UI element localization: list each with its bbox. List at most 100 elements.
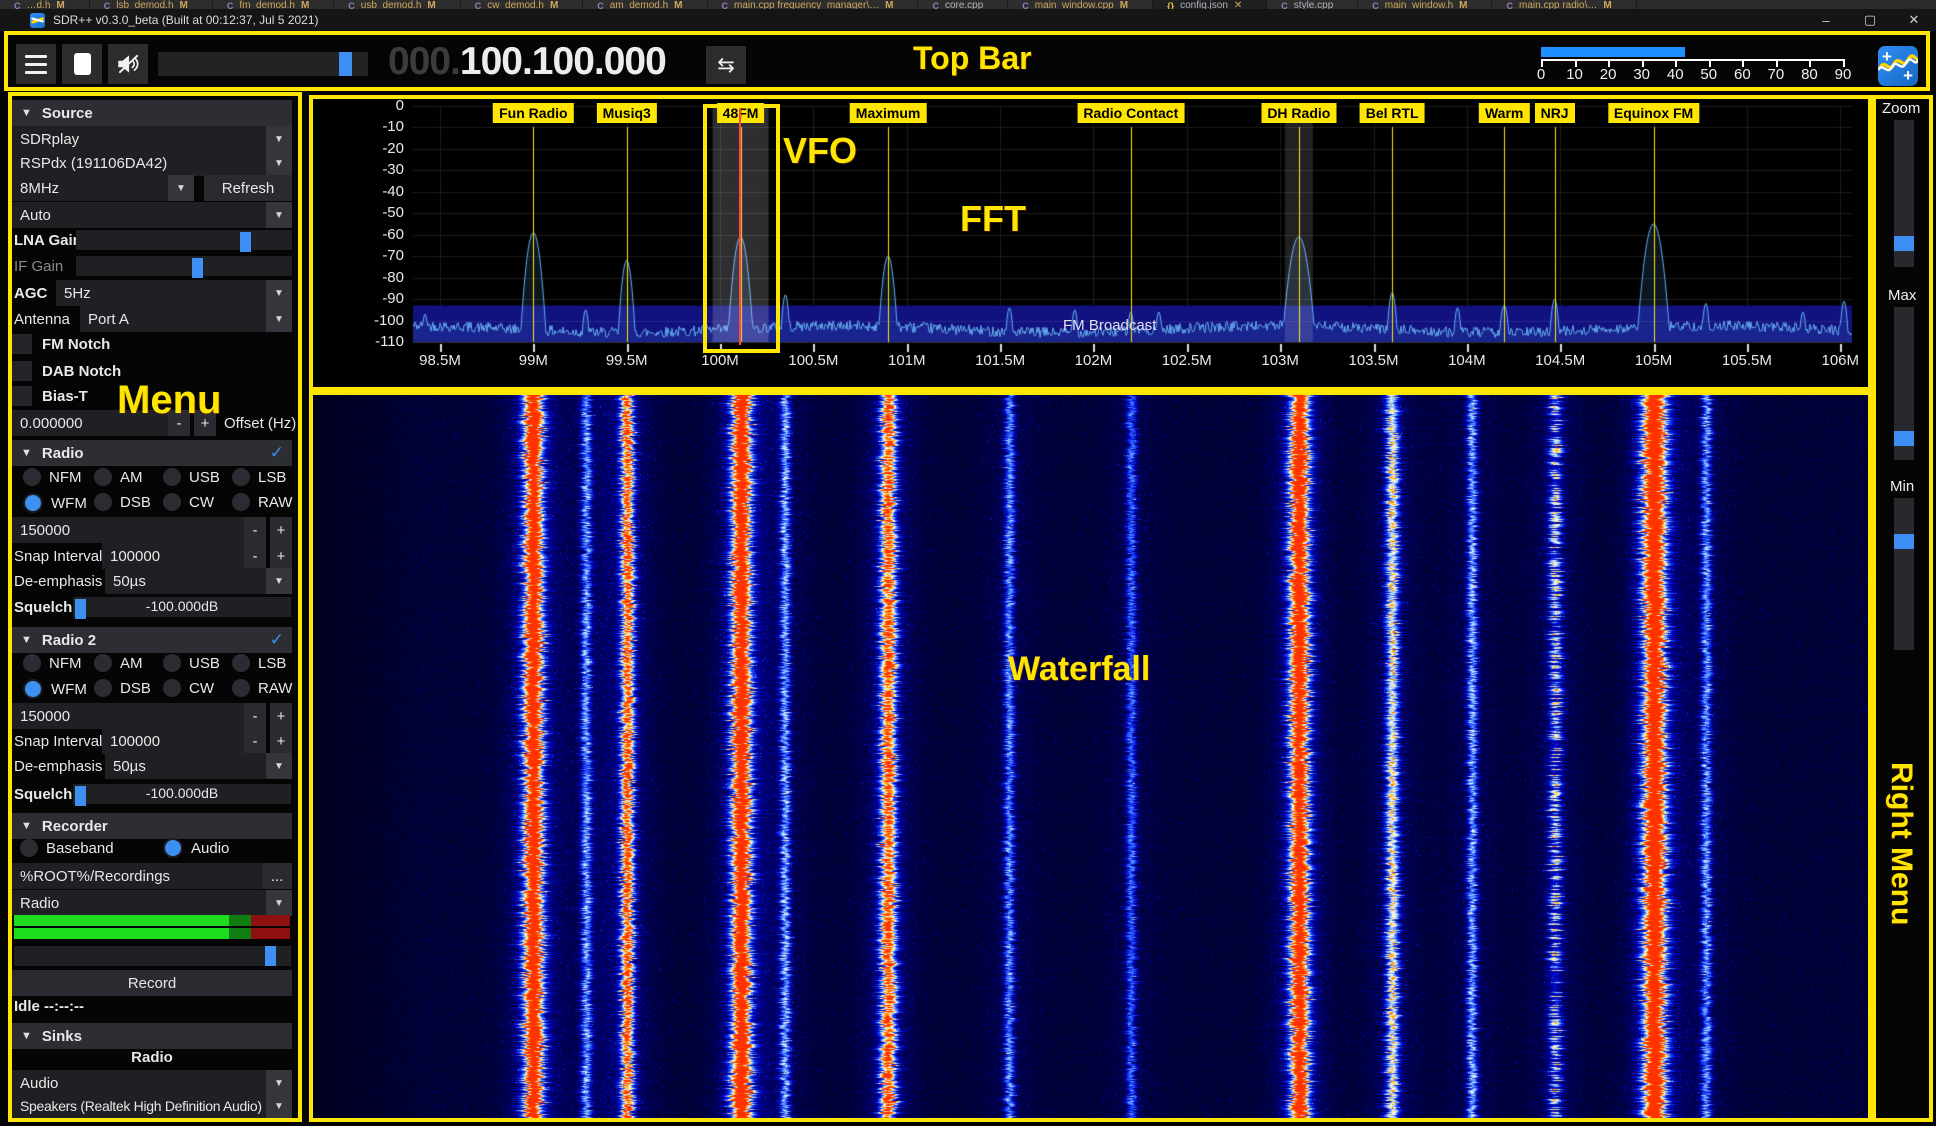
frequency-display[interactable]: 000.100.100.000 [388,40,666,84]
recorder-stream-select[interactable]: Radio ▼ [12,890,292,916]
mode-usb-radio[interactable]: USB [163,468,220,486]
fft-plot[interactable] [313,99,1869,388]
snap-minus-button[interactable]: - [244,543,266,569]
agc-rate-select[interactable]: 5Hz ▼ [56,280,292,306]
max-slider-handle[interactable] [1894,431,1914,446]
recorder-section-header[interactable]: ▼ Recorder [12,813,292,839]
editor-tab[interactable]: Ccw_demod.hM [461,0,584,9]
volume-slider[interactable] [158,52,368,76]
titlebar[interactable]: SDR++ v0.3.0_beta (Built at 00:12:37, Ju… [0,9,1936,31]
station-label-badge[interactable]: Equinox FM [1608,103,1699,123]
min-slider[interactable] [1894,498,1914,650]
editor-tab[interactable]: Cam_demod.hM [583,0,707,9]
snap-plus-button[interactable]: + [270,543,292,569]
sinks-section-header[interactable]: ▼ Sinks [12,1023,292,1049]
station-label-badge[interactable]: Maximum [850,103,927,123]
snap-interval-input[interactable]: 100000 [102,728,248,754]
close-button[interactable]: ✕ [1892,9,1936,31]
module-enabled-check-icon[interactable]: ✓ [270,630,284,650]
mode-nfm-radio[interactable]: NFM [23,654,82,672]
squelch-slider[interactable]: -100.000dB [73,784,291,804]
recorder-volume-handle[interactable] [265,946,276,966]
mode-nfm-radio[interactable]: NFM [23,468,82,486]
mode-lsb-radio[interactable]: LSB [232,468,286,486]
zoom-slider-handle[interactable] [1894,236,1914,251]
radio2-bandwidth-input[interactable]: 150000 [12,703,248,729]
refresh-button[interactable]: Refresh [204,175,292,201]
recorder-audio-radio[interactable]: Audio [163,838,229,858]
vscode-tab-strip[interactable]: C…d.hMClsb_demod.hMCfm_demod.hMCusb_demo… [0,0,1936,9]
frequency-dim-digits[interactable]: 000. [388,40,460,83]
source-section-header[interactable]: ▼ Source [12,100,292,126]
editor-tab[interactable]: Cusb_demod.hM [334,0,460,9]
snap-interval-input[interactable]: 100000 [102,543,248,569]
snap-minus-button[interactable]: - [244,728,266,754]
editor-tab[interactable]: Cmain.cpp frequency_manager\…M [708,0,919,9]
station-label-badge[interactable]: Radio Contact [1077,103,1184,123]
editor-tab[interactable]: Cmain_window.cppM [1008,0,1153,9]
editor-tab[interactable]: Clsb_demod.hM [90,0,213,9]
stop-button[interactable] [62,44,102,84]
audio-device-select[interactable]: Speakers (Realtek High Definition Audio)… [12,1093,292,1119]
mode-wfm-radio[interactable]: WFM [23,493,87,513]
mode-raw-radio[interactable]: RAW [232,679,292,697]
mode-cw-radio[interactable]: CW [163,679,214,697]
vfo-center-line[interactable] [739,107,741,345]
lna-gain-slider[interactable] [76,230,292,250]
browse-button[interactable]: ... [262,863,292,889]
min-slider-handle[interactable] [1894,534,1914,549]
recording-path-input[interactable]: %ROOT%/Recordings [12,863,264,889]
deemphasis-select[interactable]: 50µs ▼ [105,753,292,779]
agc-mode-select[interactable]: Auto ▼ [12,202,292,228]
station-label-badge[interactable]: Bel RTL [1360,103,1425,123]
deemphasis-select[interactable]: 50µs ▼ [105,568,292,594]
bandwidth-plus-button[interactable]: + [270,703,292,729]
module-enabled-check-icon[interactable]: ✓ [270,443,284,463]
snap-plus-button[interactable]: + [270,728,292,754]
editor-tab[interactable]: Cmain.cpp radio\…M [1492,0,1636,9]
menu-toggle-button[interactable] [16,44,56,84]
sample-rate-select[interactable]: 8MHz ▼ [12,175,194,201]
lna-gain-handle[interactable] [240,232,251,252]
if-gain-slider[interactable] [76,256,292,276]
mode-am-radio[interactable]: AM [94,468,143,486]
vfo-swap-button[interactable]: ⇆ [706,46,746,84]
minimize-button[interactable]: – [1804,9,1848,31]
fm-notch-checkbox[interactable] [12,334,32,354]
squelch-slider[interactable]: -100.000dB [73,597,291,617]
source-device-select[interactable]: RSPdx (191106DA42) ▼ [12,150,292,176]
mute-button[interactable] [108,44,148,84]
volume-slider-handle[interactable] [339,52,352,76]
maximize-button[interactable]: ▢ [1848,9,1892,31]
bandwidth-plus-button[interactable]: + [270,517,292,543]
max-slider[interactable] [1894,307,1914,460]
station-label-badge[interactable]: Warm [1479,103,1529,123]
dab-notch-checkbox[interactable] [12,361,32,381]
bandwidth-minus-button[interactable]: - [244,517,266,543]
waterfall[interactable] [313,392,1869,1119]
radio-bandwidth-input[interactable]: 150000 [12,517,248,543]
mode-raw-radio[interactable]: RAW [232,493,292,511]
station-label-badge[interactable]: DH Radio [1261,103,1336,123]
editor-tab[interactable]: Cmain_window.hM [1358,0,1492,9]
editor-tab[interactable]: C…d.hM [0,0,90,9]
editor-tab[interactable]: Ccore.cpp [918,0,1008,9]
bandwidth-minus-button[interactable]: - [244,703,266,729]
station-label-badge[interactable]: Musiq3 [597,103,657,123]
mode-dsb-radio[interactable]: DSB [94,493,151,511]
mode-am-radio[interactable]: AM [94,654,143,672]
bias-t-checkbox[interactable] [12,386,32,406]
editor-tab[interactable]: Cfm_demod.hM [213,0,334,9]
zoom-slider[interactable] [1894,120,1914,267]
mode-lsb-radio[interactable]: LSB [232,654,286,672]
if-gain-handle[interactable] [192,258,203,278]
radio-section-header[interactable]: ▼ Radio ✓ [12,440,292,466]
recorder-volume-slider[interactable] [14,946,291,966]
mode-wfm-radio[interactable]: WFM [23,679,87,699]
station-label-badge[interactable]: Fun Radio [493,103,573,123]
mode-usb-radio[interactable]: USB [163,654,220,672]
source-driver-select[interactable]: SDRplay ▼ [12,126,292,152]
radio2-section-header[interactable]: ▼ Radio 2 ✓ [12,627,292,653]
editor-tab[interactable]: {}config.json✕ [1153,0,1267,9]
record-button[interactable]: Record [12,970,292,996]
